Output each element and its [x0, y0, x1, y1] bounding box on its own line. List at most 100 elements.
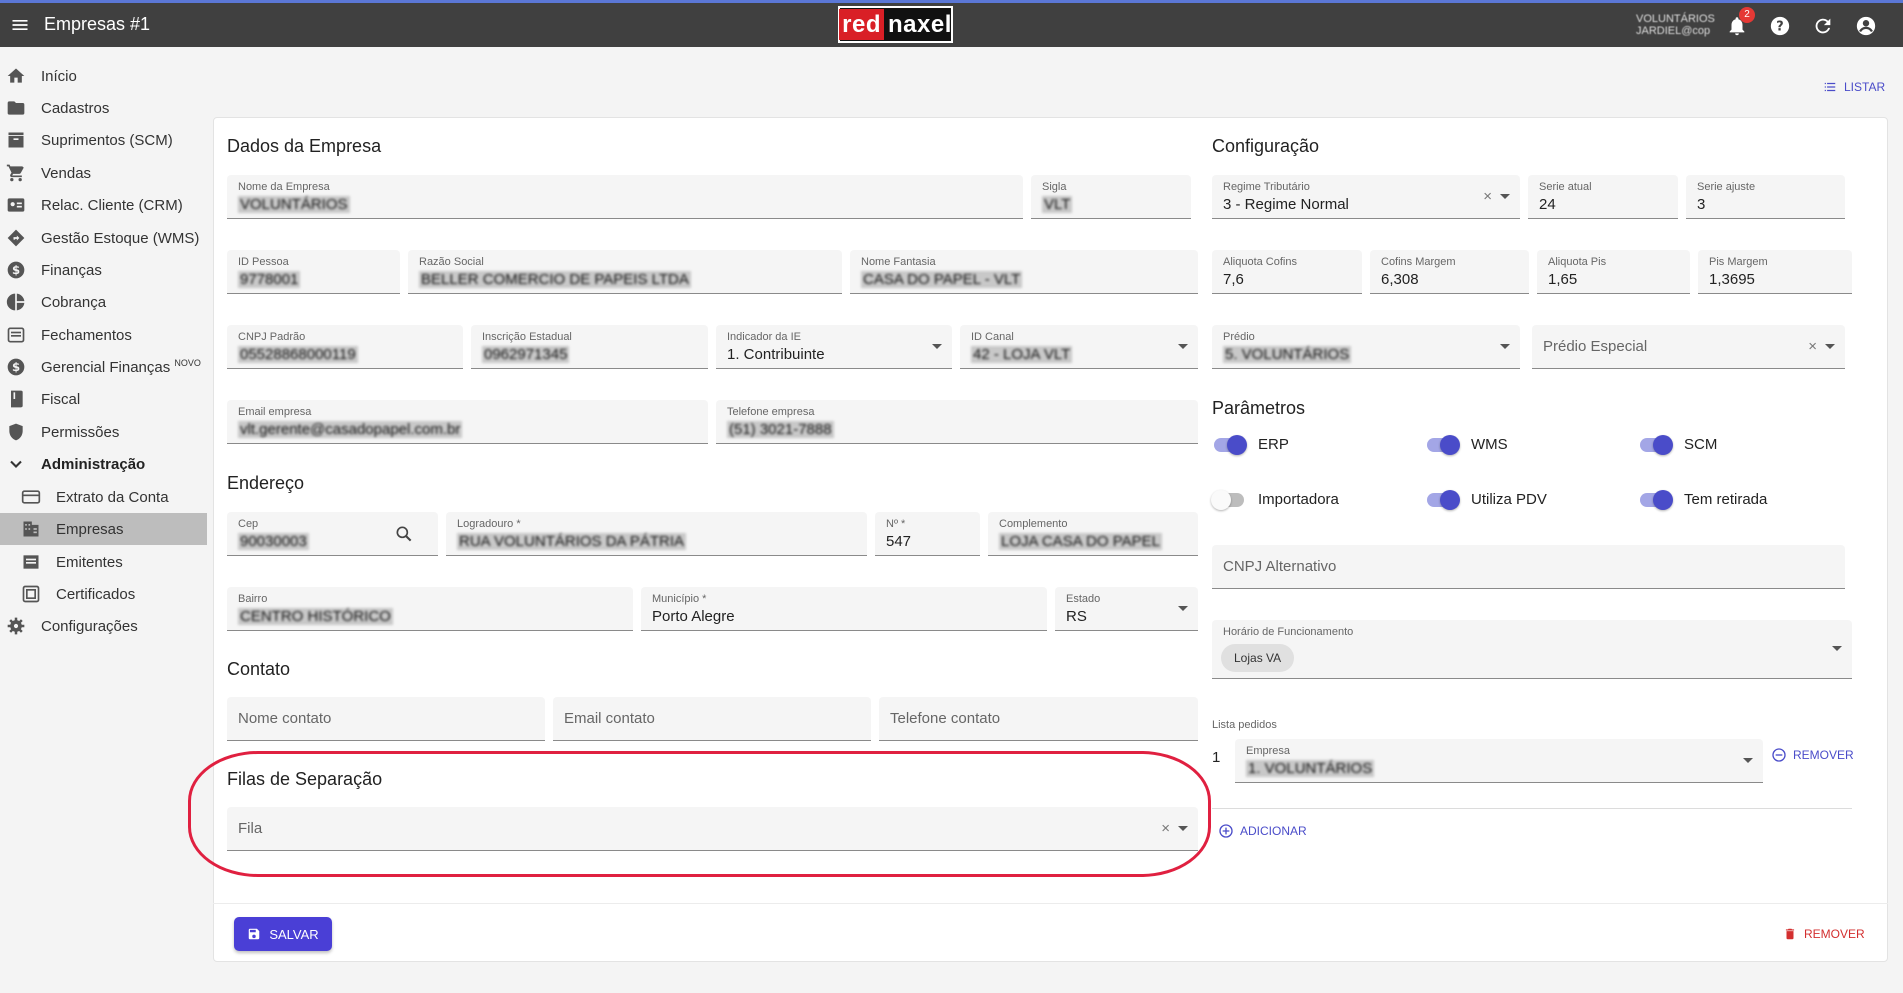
regime-tributario-select[interactable]: Regime Tributário 3 - Regime Normal × — [1212, 175, 1520, 219]
account-icon[interactable] — [1855, 15, 1877, 37]
predio-especial-select[interactable]: Prédio Especial × — [1532, 325, 1845, 369]
toggle-wms[interactable]: WMS — [1427, 434, 1508, 455]
sidebar-item-cadastros[interactable]: Cadastros — [0, 92, 207, 124]
sidebar-item-empresas[interactable]: Empresas — [0, 513, 207, 545]
notification-badge: 2 — [1739, 7, 1755, 23]
svg-text:$: $ — [12, 360, 20, 374]
svg-text:$: $ — [12, 263, 20, 277]
toggle-erp[interactable]: ERP — [1214, 434, 1289, 455]
estado-select[interactable]: Estado RS — [1055, 587, 1198, 631]
inscricao-estadual-field[interactable]: Inscrição Estadual 0962971345 — [471, 325, 708, 369]
nome-contato-field[interactable]: Nome contato — [227, 697, 545, 741]
section-parametros: Parâmetros — [1212, 398, 1306, 418]
horario-funcionamento-select[interactable]: Horário de Funcionamento — [1212, 620, 1852, 679]
dropdown-caret-icon — [932, 344, 942, 349]
remover-pedido-button[interactable]: REMOVER — [1771, 747, 1854, 763]
dropdown-caret-icon — [1832, 646, 1842, 651]
id-canal-select[interactable]: ID Canal 42 - LOJA VLT — [960, 325, 1198, 369]
nome-fantasia-field[interactable]: Nome Fantasia CASA DO PAPEL - VLT — [850, 250, 1198, 294]
refresh-icon[interactable] — [1812, 15, 1834, 37]
list-icon — [1824, 82, 1836, 92]
chevron-down-icon — [10, 460, 22, 468]
sidebar-item-fechamentos[interactable]: Fechamentos — [0, 319, 207, 351]
divider — [1212, 808, 1852, 809]
sidebar-item-fiscal[interactable]: Fiscal — [0, 383, 207, 415]
list-button[interactable]: LISTAR — [1822, 80, 1885, 94]
sidebar-item-cobranca[interactable]: Cobrança — [0, 286, 207, 318]
sidebar: Início Cadastros Suprimentos (SCM) Venda… — [0, 47, 210, 993]
menu-icon[interactable] — [10, 15, 30, 35]
email-contato-field[interactable]: Email contato — [553, 697, 871, 741]
sidebar-item-permissoes[interactable]: Permissões — [0, 416, 207, 448]
sidebar-item-extrato[interactable]: Extrato da Conta — [0, 481, 207, 513]
dropdown-caret-icon — [1500, 194, 1510, 199]
sidebar-item-emitentes[interactable]: Emitentes — [0, 546, 207, 578]
svg-text:?: ? — [1776, 20, 1783, 35]
dropdown-caret-icon — [1500, 344, 1510, 349]
help-icon[interactable]: ? — [1769, 15, 1791, 37]
package-icon — [8, 132, 24, 148]
list-box-icon — [7, 327, 25, 343]
dollar-icon: $ — [7, 358, 25, 376]
sidebar-item-administracao[interactable]: Administração — [0, 448, 207, 480]
dollar-icon: $ — [7, 261, 25, 279]
toggle-tem-retirada[interactable]: Tem retirada — [1640, 489, 1767, 510]
sidebar-item-wms[interactable]: Gestão Estoque (WMS) — [0, 222, 207, 254]
remove-company-button[interactable]: REMOVER — [1783, 926, 1865, 942]
search-icon[interactable] — [394, 524, 414, 544]
pedido-empresa-select[interactable]: Empresa 1. VOLUNTÁRIOS — [1235, 739, 1763, 783]
sidebar-item-crm[interactable]: Relac. Cliente (CRM) — [0, 189, 207, 221]
cofins-margem-field[interactable]: Cofins Margem 6,308 — [1370, 250, 1529, 294]
shield-icon — [9, 423, 23, 441]
sidebar-item-configuracoes[interactable]: Configurações — [0, 610, 207, 642]
save-button[interactable]: SALVAR — [234, 917, 332, 951]
pis-margem-field[interactable]: Pis Margem 1,3695 — [1698, 250, 1852, 294]
toggle-utiliza-pdv[interactable]: Utiliza PDV — [1427, 489, 1547, 510]
sidebar-item-gerencial-financas[interactable]: $ Gerencial Finanças NOVO — [0, 351, 207, 383]
clear-icon[interactable]: × — [1483, 188, 1492, 205]
telefone-empresa-field[interactable]: Telefone empresa (51) 3021-7888 — [716, 400, 1198, 444]
predio-select[interactable]: Prédio 5. VOLUNTÁRIOS — [1212, 325, 1520, 369]
diamond-direction-icon — [7, 229, 25, 247]
building-icon — [23, 521, 39, 537]
user-info: VOLUNTÁRIOS JARDIEL@cop — [1636, 13, 1715, 37]
municipio-field[interactable]: Município * Porto Alegre — [641, 587, 1047, 631]
numero-field[interactable]: Nº * 547 — [875, 512, 980, 556]
sidebar-item-financas[interactable]: $ Finanças — [0, 254, 207, 286]
sidebar-item-vendas[interactable]: Vendas — [0, 157, 207, 189]
telefone-contato-field[interactable]: Telefone contato — [879, 697, 1198, 741]
sidebar-item-inicio[interactable]: Início — [0, 60, 207, 92]
complemento-field[interactable]: Complemento LOJA CASA DO PAPEL — [988, 512, 1198, 556]
sigla-field[interactable]: Sigla VLT — [1031, 175, 1191, 219]
adicionar-pedido-button[interactable]: ADICIONAR — [1218, 823, 1307, 839]
aliquota-cofins-field[interactable]: Aliquota Cofins 7,6 — [1212, 250, 1362, 294]
cep-field[interactable]: Cep 90030003 — [227, 512, 438, 556]
cnpj-alternativo-field[interactable]: CNPJ Alternativo — [1212, 545, 1845, 589]
sidebar-item-certificados[interactable]: Certificados — [0, 578, 207, 610]
pedido-index: 1 — [1212, 749, 1221, 766]
credit-card-icon — [21, 490, 41, 504]
email-empresa-field[interactable]: Email empresa vlt.gerente@casadopapel.co… — [227, 400, 708, 444]
cnpj-field[interactable]: CNPJ Padrão 05528868000119 — [227, 325, 463, 369]
plus-circle-icon — [1219, 824, 1233, 838]
horario-chip[interactable]: Lojas VA — [1221, 644, 1295, 672]
clear-icon[interactable]: × — [1808, 338, 1817, 355]
sidebar-item-suprimentos[interactable]: Suprimentos (SCM) — [0, 124, 207, 156]
book-icon — [11, 390, 23, 408]
toggle-scm[interactable]: SCM — [1640, 434, 1717, 455]
razao-social-field[interactable]: Razão Social BELLER COMERCIO DE PAPEIS L… — [408, 250, 842, 294]
logradouro-field[interactable]: Logradouro * RUA VOLUNTÁRIOS DA PÁTRIA — [446, 512, 867, 556]
serie-ajuste-field[interactable]: Serie ajuste 3 — [1686, 175, 1845, 219]
indicador-ie-select[interactable]: Indicador da IE 1. Contribuinte — [716, 325, 952, 369]
logo: red naxel — [838, 6, 953, 43]
bairro-field[interactable]: Bairro CENTRO HISTÓRICO — [227, 587, 633, 631]
certificate-icon — [22, 585, 40, 603]
contact-card-icon — [7, 198, 25, 212]
id-pessoa-field[interactable]: ID Pessoa 9778001 — [227, 250, 400, 294]
aliquota-pis-field[interactable]: Aliquota Pis 1,65 — [1537, 250, 1690, 294]
nome-empresa-field[interactable]: Nome da Empresa VOLUNTÁRIOS — [227, 175, 1023, 219]
toggle-importadora[interactable]: Importadora — [1211, 489, 1339, 510]
section-contato: Contato — [227, 659, 291, 679]
lista-pedidos-label: Lista pedidos — [1212, 719, 1277, 731]
serie-atual-field[interactable]: Serie atual 24 — [1528, 175, 1678, 219]
